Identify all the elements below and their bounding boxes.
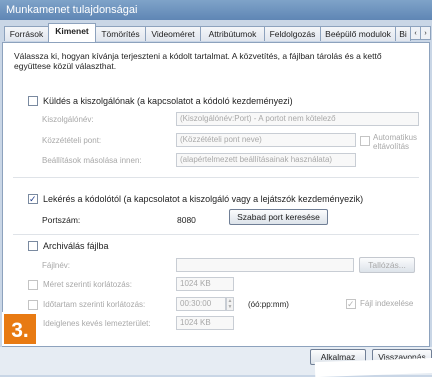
- output-panel: Válassza ki, hogyan kívánja terjeszteni …: [2, 42, 430, 347]
- step-number-badge: 3.: [2, 312, 38, 346]
- intro-text-line1: Válassza ki, hogyan kívánja terjeszteni …: [14, 51, 382, 61]
- intro-text-line2: együttese közül választhat.: [14, 61, 117, 71]
- checkmark-icon: ✓: [29, 194, 37, 204]
- time-limit-checkbox[interactable]: [28, 300, 38, 310]
- time-limit-input[interactable]: 00:30:00: [176, 297, 226, 311]
- tab-output[interactable]: Kimenet: [48, 23, 96, 42]
- pull-from-encoder-label: Lekérés a kódolótól (a kapcsolatot a kis…: [43, 194, 364, 204]
- archive-to-file-label: Archiválás fájlba: [43, 241, 109, 251]
- temp-disk-label: Ideiglenes kevés lemezterület:: [43, 319, 151, 328]
- tab-strip: Források Kimenet Tömörítés Videoméret At…: [2, 22, 431, 42]
- window-title: Munkamenet tulajdonságai: [0, 0, 432, 20]
- browse-button[interactable]: Tallózás...: [359, 257, 415, 273]
- time-limit-stepper[interactable]: ▲ ▼: [226, 297, 234, 311]
- tab-compression[interactable]: Tömörítés: [95, 26, 146, 41]
- size-limit-checkbox[interactable]: [28, 280, 38, 290]
- auto-remove-label-line2: eltávolítás: [373, 142, 410, 151]
- index-file-label: Fájl indexelése: [360, 299, 414, 308]
- server-name-input[interactable]: (Kiszolgálónév:Port) - A portot nem köte…: [176, 112, 419, 126]
- copy-settings-label: Beállítások másolása innen:: [42, 156, 142, 165]
- tab-plugins[interactable]: Beépülő modulok: [320, 26, 396, 41]
- section-divider: [13, 177, 419, 178]
- tab-video-size[interactable]: Videoméret: [145, 26, 201, 41]
- copy-settings-select[interactable]: (alapértelmezett beállításainak használa…: [176, 153, 356, 167]
- tab-overflow[interactable]: Bi: [395, 26, 411, 41]
- time-format-hint: (óó:pp:mm): [248, 300, 289, 309]
- tab-sources[interactable]: Források: [4, 26, 49, 41]
- publishing-point-input[interactable]: (Közzétételi pont neve): [176, 133, 356, 147]
- tab-scroll-right-icon[interactable]: ›: [420, 26, 431, 40]
- tab-attributes[interactable]: Attribútumok: [200, 26, 265, 41]
- file-name-label: Fájlnév:: [42, 261, 71, 270]
- tab-processing[interactable]: Feldolgozás: [264, 26, 321, 41]
- temp-disk-input[interactable]: 1024 KB: [176, 316, 234, 330]
- section-divider: [13, 234, 419, 235]
- server-name-label: Kiszolgálónév:: [42, 115, 94, 124]
- send-to-server-label: Küldés a kiszolgálónak (a kapcsolatot a …: [43, 96, 293, 106]
- file-name-input[interactable]: [176, 258, 354, 272]
- index-file-checkbox[interactable]: ✓: [346, 299, 356, 309]
- publishing-point-label: Közzétételi pont:: [42, 136, 102, 145]
- pull-from-encoder-checkbox[interactable]: ✓: [28, 194, 38, 204]
- port-number-value[interactable]: 8080: [177, 215, 196, 225]
- send-to-server-checkbox[interactable]: [28, 96, 38, 106]
- size-limit-label: Méret szerinti korlátozás:: [43, 280, 132, 289]
- archive-to-file-checkbox[interactable]: [28, 241, 38, 251]
- time-limit-label: Időtartam szerinti korlátozás:: [43, 300, 146, 309]
- size-limit-input[interactable]: 1024 KB: [176, 277, 234, 291]
- find-free-port-button[interactable]: Szabad port keresése: [229, 209, 328, 225]
- port-number-label: Portszám:: [42, 215, 81, 225]
- auto-remove-checkbox[interactable]: [360, 136, 370, 146]
- checkmark-icon: ✓: [347, 299, 355, 309]
- auto-remove-label-line1: Automatikus: [373, 133, 418, 142]
